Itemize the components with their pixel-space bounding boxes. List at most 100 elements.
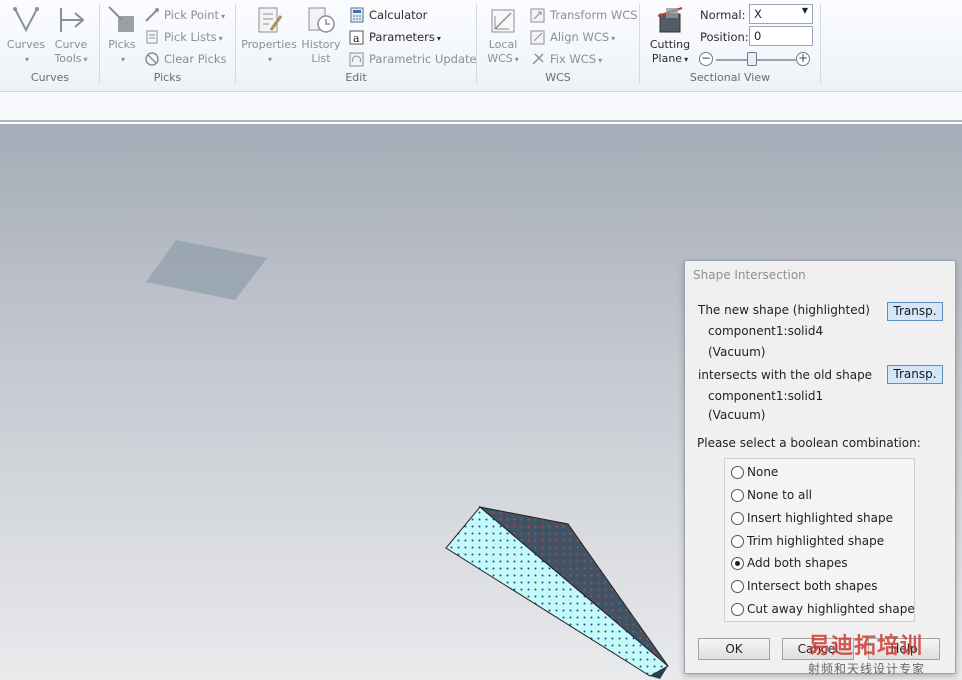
picks-button[interactable]: Picks ▾ (104, 4, 140, 67)
history-list-button[interactable]: History List (300, 4, 342, 66)
watermark-tagline: 射频和天线设计专家 (808, 662, 926, 676)
picks-label: Picks (108, 38, 136, 51)
radio-label: Add both shapes (747, 556, 848, 570)
fix-wcs-label: Fix WCS (550, 52, 597, 66)
section-slider-thumb[interactable] (747, 52, 757, 66)
transp-button-old[interactable]: Transp. (887, 365, 943, 384)
radio-insert-highlighted[interactable]: Insert highlighted shape (731, 508, 893, 528)
radio-indicator (731, 512, 744, 525)
parametric-update-icon (349, 52, 364, 67)
radio-trim-highlighted[interactable]: Trim highlighted shape (731, 531, 884, 551)
radio-indicator (731, 466, 744, 479)
picks-group: Picks ▾ Pick Point ▾ Pick Lists ▾ Clear Pic… (100, 0, 235, 90)
cutting-plane-label-2: Plane (651, 52, 683, 65)
transp-button-new[interactable]: Transp. (887, 302, 943, 321)
wcs-group-label: WCS (545, 71, 571, 84)
curve-tools-icon (60, 8, 85, 32)
curves-label: Curves (6, 38, 46, 51)
calculator-button[interactable]: Calculator (349, 5, 427, 25)
clear-picks-icon (145, 52, 159, 66)
transform-wcs-button[interactable]: Transform WCS (530, 5, 638, 25)
align-wcs-button[interactable]: Align WCS ▾ (530, 27, 615, 47)
curves-button[interactable]: Curves ▾ (6, 4, 46, 67)
radio-add-both[interactable]: Add both shapes (731, 553, 848, 573)
local-wcs-label-1: Local (488, 38, 518, 51)
fix-wcs-button[interactable]: Fix WCS ▾ (530, 49, 602, 69)
local-wcs-label-2: WCS (487, 52, 513, 65)
local-wcs-button[interactable]: Local WCS ▾ (483, 4, 523, 67)
align-wcs-label: Align WCS (550, 30, 610, 44)
align-wcs-icon (530, 30, 545, 45)
new-shape-label: The new shape (highlighted) (698, 303, 870, 317)
position-label: Position: (700, 30, 749, 44)
curve-tools-button[interactable]: Curve Tools ▾ (50, 4, 92, 67)
normal-select[interactable]: X ▼ (749, 4, 813, 24)
radio-label: Insert highlighted shape (747, 511, 894, 525)
sectional-view-group: Cutting Plane ▾ Normal: X ▼ Position: 0 −… (640, 0, 820, 90)
pick-point-label: Pick Point (164, 8, 220, 22)
radio-cut-away[interactable]: Cut away highlighted shape (731, 599, 915, 619)
history-label-2: List (311, 52, 331, 65)
edit-group-label: Edit (345, 71, 367, 84)
radio-label: None to all (747, 488, 813, 502)
pick-lists-label: Pick Lists (164, 30, 217, 44)
transform-wcs-label: Transform WCS (550, 8, 638, 22)
cutting-plane-icon (657, 7, 683, 33)
radio-label: Trim highlighted shape (747, 534, 885, 548)
edit-group: Properties ▾ History List Calculator a Pa… (236, 0, 477, 90)
radio-label: Intersect both shapes (747, 579, 878, 593)
existing-solid-shape (146, 240, 267, 300)
pick-point-button[interactable]: Pick Point ▾ (144, 5, 225, 25)
history-list-icon (308, 7, 335, 33)
clear-picks-button[interactable]: Clear Picks (144, 49, 227, 69)
fix-wcs-icon (532, 53, 544, 65)
picks-group-label: Picks (153, 71, 182, 84)
dialog-title: Shape Intersection (693, 268, 806, 282)
watermark-logo: 易迪拓培训 (808, 634, 924, 659)
pick-lists-button[interactable]: Pick Lists ▾ (144, 27, 223, 47)
radio-indicator (731, 489, 744, 502)
properties-button[interactable]: Properties ▾ (240, 4, 298, 67)
position-input-value: 0 (754, 29, 762, 43)
parameters-button[interactable]: a Parameters ▾ (349, 27, 441, 47)
curves-group-label: Curves (30, 71, 70, 84)
svg-text:a: a (353, 32, 360, 45)
parameters-label: Parameters (369, 30, 435, 44)
curves-group: Curves ▾ Curve Tools ▾ Curves (0, 0, 100, 90)
calculator-icon (350, 7, 364, 23)
radio-label: None (747, 465, 779, 479)
new-shape-material: (Vacuum) (708, 345, 766, 359)
chevron-down-icon: ▼ (801, 6, 808, 15)
curves-icon (13, 7, 39, 33)
properties-label: Properties (241, 38, 297, 51)
zoom-in-button[interactable]: + (796, 52, 810, 66)
boolean-prompt: Please select a boolean combination: (697, 436, 921, 450)
radio-indicator (731, 580, 744, 593)
ok-button[interactable]: OK (698, 638, 770, 660)
position-input[interactable]: 0 (749, 26, 813, 46)
curve-tools-label-1: Curve (54, 38, 88, 51)
curve-tools-label-2: Tools (54, 52, 82, 65)
parameters-icon: a (349, 30, 364, 45)
radio-none-to-all[interactable]: None to all (731, 485, 812, 505)
normal-label: Normal: (700, 8, 746, 22)
normal-select-value: X (754, 7, 762, 21)
separator (820, 4, 821, 84)
parametric-update-button[interactable]: Parametric Update (349, 49, 477, 69)
old-shape-material: (Vacuum) (708, 408, 766, 422)
sectional-view-group-label: Sectional View (689, 71, 771, 84)
picks-icon (108, 6, 134, 32)
radio-indicator (731, 535, 744, 548)
radio-none[interactable]: None (731, 462, 778, 482)
old-shape-label: intersects with the old shape (698, 368, 873, 382)
cutting-plane-button[interactable]: Cutting Plane ▾ (646, 4, 694, 67)
wcs-group: Local WCS ▾ Transform WCS Align WCS ▾ Fix … (477, 0, 639, 90)
ribbon: Curves ▾ Curve Tools ▾ Curves Picks ▾ Pick … (0, 0, 962, 92)
pick-lists-icon (146, 30, 158, 44)
radio-intersect-both[interactable]: Intersect both shapes (731, 576, 877, 596)
transform-wcs-icon (530, 8, 545, 23)
radio-indicator (731, 557, 744, 570)
zoom-out-button[interactable]: − (699, 52, 713, 66)
clear-picks-label: Clear Picks (164, 52, 227, 66)
boolean-options-group: None None to all Insert highlighted shap… (724, 458, 915, 622)
